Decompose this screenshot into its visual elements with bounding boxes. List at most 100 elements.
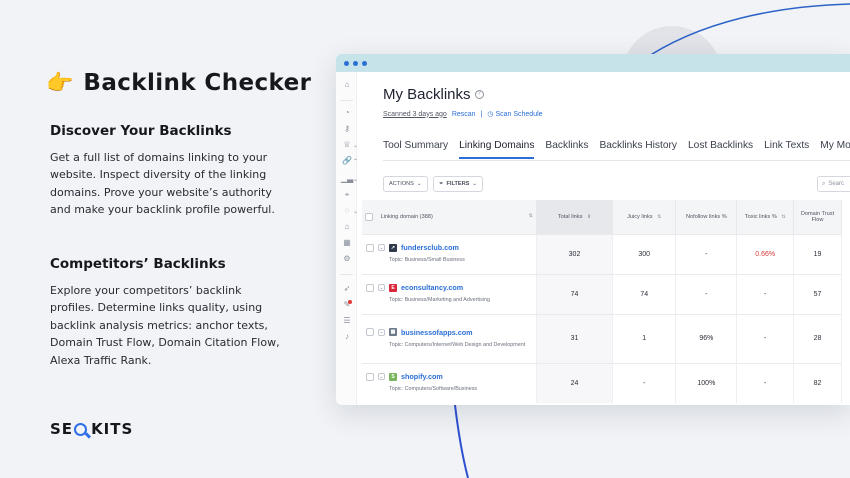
- column-label: Domain Trust Flow: [800, 210, 835, 223]
- sort-icon[interactable]: ⇅: [657, 214, 661, 220]
- link-icon[interactable]: 🔗: [341, 156, 353, 166]
- section-text: Get a full list of domains linking to yo…: [50, 151, 275, 217]
- hero-title: 👉 Backlink Checker: [46, 68, 311, 98]
- bank-icon[interactable]: ⌂: [341, 222, 353, 232]
- sidebar-rail: ⌂ ◔ ⚷ ♕ ⌄ 🔗 ⌃ ▁▃ ⌄ ⌖ ◌ ⌄ ⌂ ▦ ⚙ ➶ ✎ ☰ ♪: [336, 72, 358, 405]
- magnifier-icon: [74, 422, 88, 436]
- notification-dot: [348, 300, 352, 304]
- favicon-icon: S: [389, 372, 397, 381]
- juicy-links-value: -: [612, 362, 677, 403]
- domain-cell: ⌄ ▦ businessofapps.com Topic: Computers/…: [362, 313, 537, 363]
- chevron-down-icon: ⌄: [416, 181, 422, 187]
- column-header-juicy-links[interactable]: Juicy links ⇅: [612, 200, 677, 234]
- domain-link[interactable]: econsultancy.com: [401, 283, 463, 292]
- tab-backlinks[interactable]: Backlinks: [545, 140, 588, 160]
- expand-chevron-icon[interactable]: ⌄: [378, 328, 385, 336]
- tab-my-most[interactable]: My Mos: [820, 140, 850, 160]
- key-icon[interactable]: ⚷: [341, 124, 353, 134]
- favicon-icon: E: [389, 283, 397, 292]
- column-label: Juicy links: [627, 213, 653, 220]
- table-row[interactable]: ⌄ S shopify.com Topic: Computers/Softwar…: [362, 362, 842, 403]
- domain-link[interactable]: shopify.com: [401, 372, 443, 381]
- column-label: Nofollow links %: [685, 213, 727, 220]
- favicon-icon: ▦: [389, 328, 397, 336]
- select-all-checkbox[interactable]: [365, 212, 373, 221]
- tab-tool-summary[interactable]: Tool Summary: [383, 140, 448, 160]
- table-row[interactable]: ⌄ E econsultancy.com Topic: Business/Mar…: [362, 273, 842, 314]
- filters-dropdown[interactable]: ⏷ FILTERS ⌄: [433, 176, 484, 192]
- tab-bar: Tool Summary Linking Domains Backlinks B…: [383, 140, 850, 160]
- bell-icon[interactable]: ♪: [341, 332, 353, 342]
- bar-chart-icon[interactable]: ▁▃: [341, 174, 353, 184]
- home-icon[interactable]: ⌂: [341, 80, 353, 90]
- list-icon[interactable]: ☰: [341, 316, 353, 326]
- domain-link[interactable]: businessofapps.com: [401, 328, 473, 337]
- help-icon[interactable]: ?: [474, 90, 484, 99]
- scan-schedule-label: Scan Schedule: [495, 111, 543, 118]
- column-label: Toxic links %: [744, 213, 777, 220]
- expand-chevron-icon[interactable]: ⌄: [378, 284, 385, 291]
- column-header-toxic[interactable]: Toxic links % ⇅: [736, 200, 795, 234]
- tab-backlinks-history[interactable]: Backlinks History: [599, 140, 677, 160]
- filter-icon: ⏷: [439, 180, 444, 187]
- scan-schedule-link[interactable]: ◷ Scan Schedule: [487, 110, 542, 118]
- nofollow-value: -: [675, 273, 738, 314]
- settings-icon[interactable]: ⚙: [341, 254, 353, 264]
- window-titlebar: [336, 54, 850, 72]
- domain-link[interactable]: fundersclub.com: [401, 243, 459, 252]
- logo-text-left: SE: [50, 420, 74, 438]
- nofollow-value: 100%: [675, 362, 738, 403]
- actions-dropdown[interactable]: ACTIONS ⌄: [383, 176, 428, 192]
- trophy-icon[interactable]: ♕: [341, 140, 353, 150]
- total-links-value: 302: [536, 233, 614, 274]
- pointing-hand-icon: 👉: [46, 70, 74, 95]
- window-dot[interactable]: [344, 60, 349, 66]
- sort-icon[interactable]: ⇅: [529, 213, 533, 219]
- total-links-value: 31: [536, 313, 614, 363]
- sort-desc-icon[interactable]: ⬇: [587, 214, 591, 220]
- location-pin-icon[interactable]: ⌖: [341, 190, 353, 200]
- table-row[interactable]: ⌄ ↗ fundersclub.com Topic: Business/Smal…: [362, 233, 842, 274]
- domain-topic: Topic: Computers/Internet/Web Design and…: [389, 341, 526, 348]
- chat-icon[interactable]: ◌: [341, 206, 353, 216]
- column-header-total-links[interactable]: Total links ⬇: [536, 200, 614, 234]
- page-title: My Backlinks ?: [383, 86, 484, 103]
- expand-chevron-icon[interactable]: ⌄: [378, 244, 385, 251]
- row-checkbox[interactable]: [366, 372, 374, 381]
- toxic-value: -: [736, 362, 795, 403]
- tab-lost-backlinks[interactable]: Lost Backlinks: [688, 140, 753, 160]
- column-header-domain-trust-flow[interactable]: Domain Trust Flow: [793, 200, 842, 234]
- column-header-domain[interactable]: Linking domain (388) ⇅: [362, 200, 537, 234]
- trust-flow-value: 19: [793, 233, 842, 274]
- search-placeholder: Searc: [828, 181, 845, 187]
- logo-text-right: KITS: [91, 420, 134, 438]
- calendar-icon[interactable]: ▦: [341, 238, 353, 248]
- juicy-links-value: 1: [612, 313, 677, 363]
- section-discover: Discover Your Backlinks Get a full list …: [50, 123, 285, 219]
- tab-linking-domains[interactable]: Linking Domains: [459, 140, 535, 159]
- link-separator: |: [480, 110, 483, 118]
- chevron-down-icon: ⌄: [472, 181, 478, 187]
- window-dot[interactable]: [353, 60, 358, 66]
- domain-cell: ⌄ ↗ fundersclub.com Topic: Business/Smal…: [362, 233, 537, 274]
- row-checkbox[interactable]: [366, 283, 374, 292]
- section-competitors: Competitors’ Backlinks Explore your comp…: [50, 256, 285, 369]
- row-checkbox[interactable]: [366, 328, 374, 336]
- dashboard-icon[interactable]: ◔: [341, 108, 353, 118]
- search-input[interactable]: ⌕ Searc: [817, 176, 850, 192]
- window-dot[interactable]: [362, 60, 367, 66]
- domain-cell: ⌄ E econsultancy.com Topic: Business/Mar…: [362, 273, 537, 314]
- rocket-icon[interactable]: ➶: [341, 284, 353, 294]
- domain-topic: Topic: Business/Small Business: [389, 257, 465, 263]
- expand-chevron-icon[interactable]: ⌄: [378, 373, 385, 381]
- column-label: Linking domain (388): [380, 214, 433, 221]
- rescan-link[interactable]: Rescan: [452, 111, 476, 118]
- table-row[interactable]: ⌄ ▦ businessofapps.com Topic: Computers/…: [362, 313, 842, 363]
- nofollow-value: -: [675, 233, 738, 274]
- search-icon: ⌕: [822, 180, 826, 187]
- sort-icon[interactable]: ⇅: [781, 214, 785, 220]
- total-links-value: 74: [536, 273, 614, 314]
- row-checkbox[interactable]: [366, 243, 374, 252]
- column-header-nofollow[interactable]: Nofollow links %: [675, 200, 738, 234]
- tab-link-texts[interactable]: Link Texts: [764, 140, 809, 160]
